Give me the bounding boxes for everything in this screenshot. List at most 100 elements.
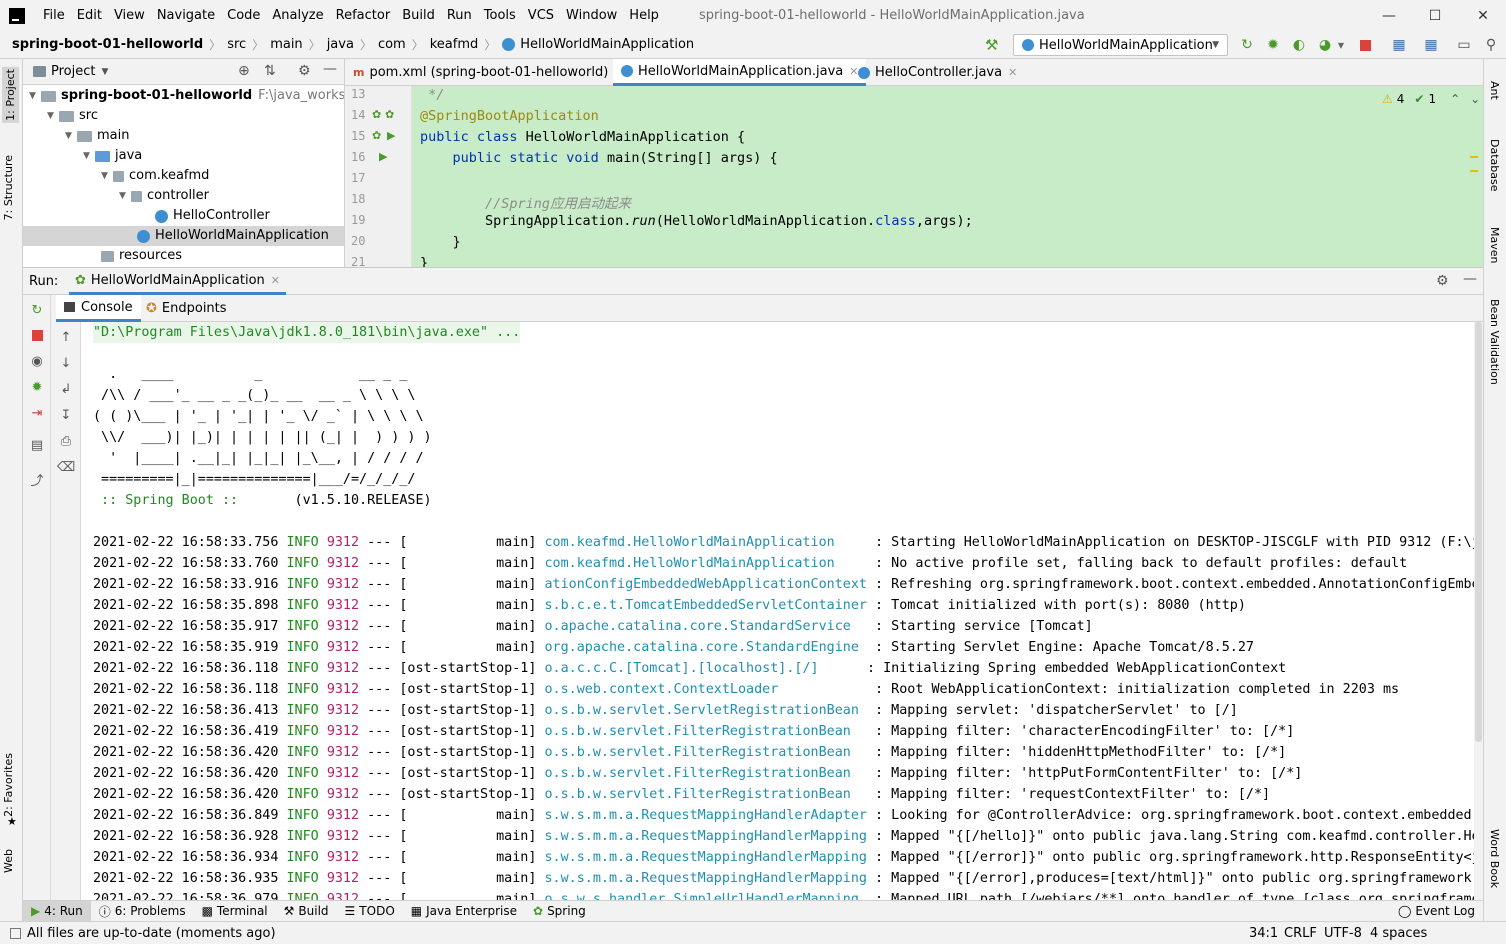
collapse-all-icon[interactable]: ⇅ (264, 63, 276, 79)
tool-tab-build[interactable]: ⚒ Build (276, 901, 337, 922)
chevron-down-icon[interactable]: ⌄ (1470, 92, 1480, 106)
spring-bean-icon[interactable]: ✿ (372, 129, 381, 142)
breadcrumb-java[interactable]: java (327, 37, 354, 52)
tool-tab-event-log[interactable]: ◯ Event Log (1390, 901, 1483, 922)
log-logger[interactable]: com.keafmd.HelloWorldMainApplication (545, 556, 876, 571)
code-editor[interactable]: */ @SpringBootApplication public class H… (412, 86, 1483, 267)
log-msg[interactable]: : Mapped URL path [/webjars/**] onto han… (875, 892, 1474, 900)
project-view-label[interactable]: Project (51, 64, 95, 79)
menu-navigate[interactable]: Navigate (151, 0, 221, 31)
file-encoding[interactable]: UTF-8 (1324, 926, 1362, 941)
log-logger[interactable]: org.apache.catalina.core.StandardEngine (545, 640, 876, 655)
arrow-up-icon[interactable]: ↑ (57, 328, 75, 346)
log-msg[interactable]: : Mapping filter: 'hiddenHttpMethodFilte… (875, 745, 1286, 760)
log-msg[interactable]: : Mapping servlet: 'dispatcherServlet' t… (875, 703, 1238, 718)
tool-tab-java-enterprise[interactable]: ▦ Java Enterprise (403, 901, 525, 922)
breadcrumb-project[interactable]: spring-boot-01-helloworld (12, 37, 203, 52)
gear-icon[interactable]: ⚙ (298, 63, 311, 79)
menu-refactor[interactable]: Refactor (330, 0, 397, 31)
stop-icon[interactable] (28, 326, 46, 344)
tool-tab-ant[interactable]: Ant (1488, 81, 1501, 100)
spring-bean-icon[interactable]: ✿ (385, 108, 394, 121)
menu-build[interactable]: Build (396, 0, 441, 31)
breadcrumb-com[interactable]: com (378, 37, 406, 52)
breadcrumb-class[interactable]: HelloWorldMainApplication (520, 37, 694, 52)
print-icon[interactable]: ⎙ (57, 432, 75, 450)
tool-tab-project[interactable]: 1: Project (2, 67, 19, 123)
tool-tab-maven[interactable]: Maven (1488, 227, 1501, 263)
log-logger[interactable]: o.s.b.w.servlet.ServletRegistrationBean (545, 703, 876, 718)
stop-icon[interactable] (1356, 36, 1374, 54)
rerun-icon[interactable]: ↻ (28, 301, 46, 319)
tree-item-hellocontroller[interactable]: HelloController (155, 206, 270, 226)
log-msg[interactable]: : Mapping filter: 'httpPutFormContentFil… (875, 766, 1302, 781)
console-scrollbar[interactable] (1474, 322, 1483, 900)
project-structure-icon[interactable]: ▦ (1390, 36, 1408, 54)
breadcrumb-src[interactable]: src (227, 37, 246, 52)
soft-wrap-icon[interactable]: ↲ (57, 380, 75, 398)
log-logger[interactable]: o.s.w.s.handler.SimpleUrlHandlerMapping (545, 892, 876, 900)
line-separator[interactable]: CRLF (1284, 926, 1317, 941)
log-logger[interactable]: s.w.s.m.m.a.RequestMappingHandlerMapping (545, 850, 876, 865)
tree-item-project-root[interactable]: ▼ spring-boot-01-helloworld F:\java_work… (29, 86, 344, 106)
tool-tab-favorites[interactable]: 2: Favorites (2, 753, 15, 817)
chevron-up-icon[interactable]: ⌃ (1450, 92, 1460, 106)
tree-item-resources[interactable]: resources (101, 246, 182, 266)
log-msg[interactable]: : Root WebApplicationContext: initializa… (875, 682, 1399, 697)
log-logger[interactable]: o.a.c.c.C.[Tomcat].[localhost].[/] (545, 661, 867, 676)
log-logger[interactable]: s.b.c.e.t.TomcatEmbeddedServletContainer (545, 598, 876, 613)
menu-run[interactable]: Run (441, 0, 478, 31)
log-msg[interactable]: : Looking for @ControllerAdvice: org.spr… (875, 808, 1474, 823)
menu-code[interactable]: Code (221, 0, 266, 31)
run-tab[interactable]: ✿ HelloWorldMainApplication ✕ (69, 268, 286, 295)
layout-icon[interactable]: ▤ (28, 436, 46, 454)
log-logger[interactable]: o.s.b.w.servlet.FilterRegistrationBean (545, 787, 876, 802)
menu-analyze[interactable]: Analyze (266, 0, 329, 31)
menu-vcs[interactable]: VCS (522, 0, 560, 31)
chevron-down-icon[interactable]: ▼ (101, 67, 108, 77)
log-msg[interactable]: : Mapped "{[/hello]}" onto public java.l… (875, 829, 1474, 844)
menu-tools[interactable]: Tools (478, 0, 522, 31)
log-msg[interactable]: : Starting Servlet Engine: Apache Tomcat… (875, 640, 1254, 655)
debug-icon[interactable]: ✹ (28, 378, 46, 396)
status-toggle-icon[interactable] (10, 927, 21, 939)
log-msg[interactable]: : Mapping filter: 'requestContextFilter'… (875, 787, 1270, 802)
editor-tab-hellocontroller[interactable]: HelloController.java ✕ (850, 59, 1025, 86)
tool-tab-word-book[interactable]: Word Book (1488, 829, 1501, 888)
tool-tab-bean-validation[interactable]: Bean Validation (1488, 299, 1501, 385)
log-logger[interactable]: s.w.s.m.m.a.RequestMappingHandlerAdapter (545, 808, 876, 823)
log-logger[interactable]: s.w.s.m.m.a.RequestMappingHandlerMapping (545, 829, 876, 844)
debug-icon[interactable]: ✹ (1264, 36, 1282, 54)
tool-tab-spring[interactable]: ✿ Spring (525, 901, 594, 922)
menu-window[interactable]: Window (560, 0, 623, 31)
log-logger[interactable]: o.s.b.w.servlet.FilterRegistrationBean (545, 724, 876, 739)
log-logger[interactable]: o.apache.catalina.core.StandardService (545, 619, 876, 634)
search-icon[interactable]: ⚲ (1482, 36, 1500, 54)
console-scrollbar-thumb[interactable] (1475, 322, 1482, 742)
pin-icon[interactable]: ⤴ (28, 470, 46, 489)
close-icon[interactable]: ✕ (1008, 66, 1017, 79)
tool-tab-terminal[interactable]: ▩ Terminal (194, 901, 276, 922)
arrow-down-icon[interactable]: ↓ (57, 354, 75, 372)
run-configuration-select[interactable]: HelloWorldMainApplication ▼ (1013, 34, 1228, 56)
tool-tab-run[interactable]: ▶ 4: Run (23, 900, 91, 922)
editor-tab-pom[interactable]: m pom.xml (spring-boot-01-helloworld) ✕ (345, 59, 632, 86)
inspection-widget[interactable]: ⚠ 4 ✔ 1 ⌃ ⌄ (1382, 92, 1480, 106)
tool-tab-problems[interactable]: ⓘ 6: Problems (91, 901, 194, 922)
maximize-button[interactable]: ☐ (1412, 0, 1458, 31)
tree-item-main[interactable]: ▼ main (65, 126, 129, 146)
log-logger[interactable]: o.s.b.w.servlet.FilterRegistrationBean (545, 745, 876, 760)
run-gutter-icon[interactable]: ▶ (387, 129, 395, 142)
log-msg[interactable]: : Tomcat initialized with port(s): 8080 … (875, 598, 1246, 613)
breadcrumb-main[interactable]: main (270, 37, 302, 52)
run-gutter-icon[interactable]: ▶ (379, 150, 387, 163)
editor-tab-mainapplication[interactable]: HelloWorldMainApplication.java ✕ (613, 59, 867, 86)
tree-item-java[interactable]: ▼ java (83, 146, 142, 166)
log-logger[interactable]: o.s.web.context.ContextLoader (545, 682, 876, 697)
log-msg[interactable]: : No active profile set, falling back to… (875, 556, 1407, 571)
hide-panel-icon[interactable]: — (323, 61, 337, 77)
log-msg[interactable]: : Starting HelloWorldMainApplication on … (875, 535, 1474, 550)
presentation-icon[interactable]: ▭ (1455, 36, 1473, 54)
log-msg[interactable]: : Mapping filter: 'characterEncodingFilt… (875, 724, 1294, 739)
log-msg[interactable]: : Refreshing org.springframework.boot.co… (875, 577, 1474, 592)
